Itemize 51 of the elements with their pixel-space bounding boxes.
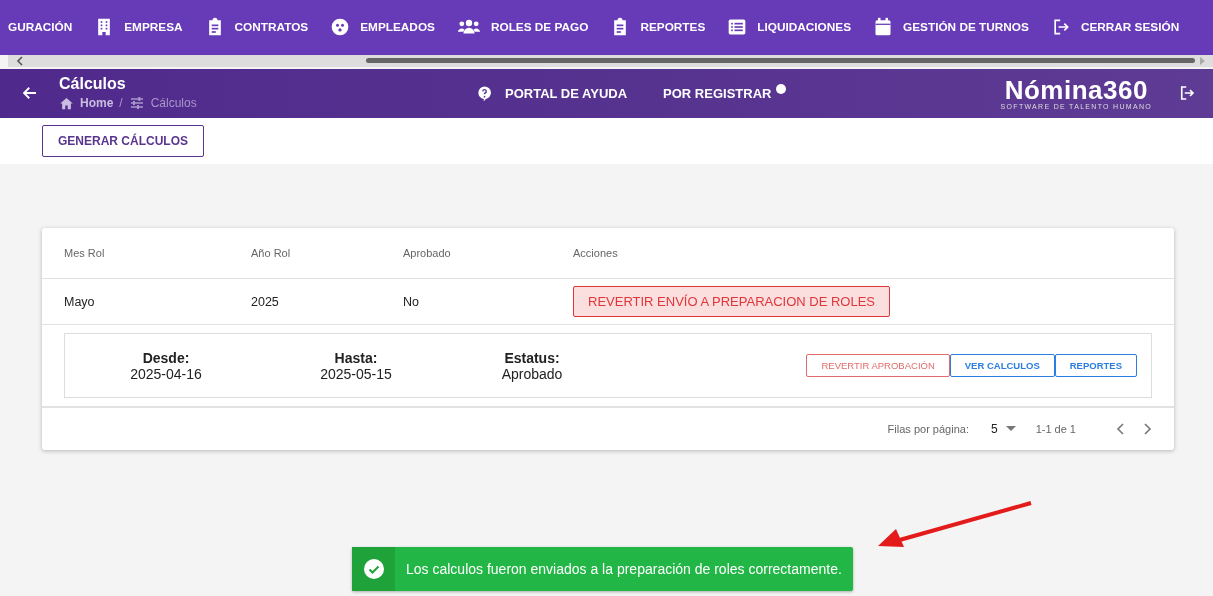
sliders-icon [128,95,145,112]
rows-per-page-label: Filas por página: [887,423,969,435]
column-header: Mes Rol [64,247,106,259]
toast-message: Los calculos fueron enviados a la preparación de roles correctamente. [405,561,843,577]
breadcrumb-link[interactable]: Home [80,96,114,111]
nav-item[interactable]: REPORTES [610,17,706,38]
field-value: 2025-04-16 [130,365,202,382]
page-title: Cálculos [59,75,127,94]
calendar-icon [873,17,894,38]
nav-item[interactable]: GURACIÓN [8,20,73,35]
notification-dot [776,84,787,95]
table-cell-text: 2025 [251,294,280,309]
chevron-right-icon [1199,55,1207,66]
table-cell-text: No [403,294,420,309]
previous-page-icon[interactable] [1116,423,1126,435]
field-label: Hasta: [334,349,378,366]
nav-item[interactable]: GESTIÓN DE TURNOS [873,17,1029,38]
revert-button[interactable]: REVERTIR ENVÍO A PREPARACION DE ROLES [573,286,891,317]
next-page-icon[interactable] [1142,423,1152,435]
column-header: Aprobado [403,247,452,259]
action-button[interactable]: VER CALCULOS [949,354,1055,377]
breadcrumb-current: Cálculos [150,96,197,111]
generate-button[interactable]: GENERAR CÁLCULOS [42,124,204,157]
nav-item[interactable]: EMPLEADOS [330,17,435,38]
field-value: 2025-05-15 [320,365,392,382]
field-label: Desde: [142,349,190,366]
pending-link[interactable]: POR REGISTRAR [663,85,772,101]
action-button[interactable]: REPORTES [1054,354,1137,377]
page-range: 1-1 de 1 [1035,423,1076,435]
list-icon [727,17,748,38]
check-circle-icon [363,559,384,579]
dropdown-caret-icon [1005,426,1016,432]
column-header: Acciones [573,247,619,259]
nav-item[interactable]: CERRAR SESIÓN [1050,17,1180,38]
logo-wordmark: Nómina360 [1004,76,1148,103]
nav-item[interactable]: CONTRATOS [204,17,309,38]
help-icon [476,84,493,102]
nav-item[interactable]: ROLES DE PAGO [456,17,589,38]
breadcrumb-separator: / [119,96,123,111]
help-link[interactable]: PORTAL DE AYUDA [476,84,628,102]
nav-item[interactable]: LIQUIDACIONES [727,17,852,38]
field-label: Estatus: [504,349,560,366]
field-value: Aprobado [501,365,563,382]
home-icon [59,95,74,111]
column-header: Año Rol [251,247,292,259]
face-icon [330,17,351,38]
rows-per-page-select[interactable]: 5 [990,422,1016,436]
table-cell-text: Mayo [64,294,96,309]
nav-item[interactable]: EMPRESA [94,17,183,38]
chevron-left-icon [16,55,24,66]
logout-icon[interactable] [1178,84,1196,103]
